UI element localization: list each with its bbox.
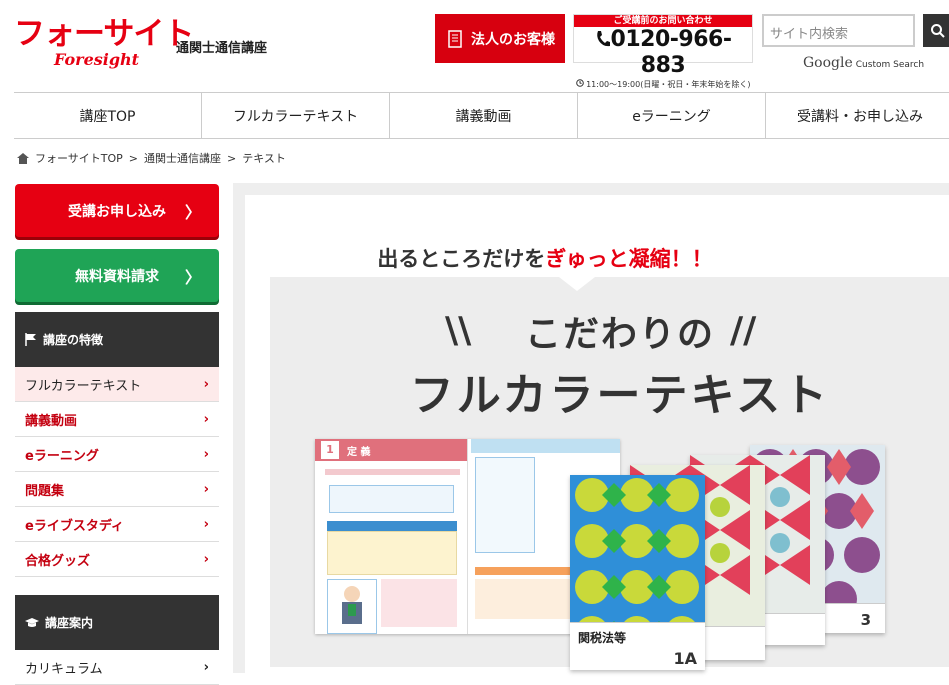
sidebar-item-fullcolor-text[interactable]: フルカラーテキスト › xyxy=(15,367,219,402)
sidebar: 受講お申し込み 〉 無料資料請求 〉 講座の特徴 フルカラーテキスト › 講義動画… xyxy=(15,184,219,685)
tel-number-text: 0120-966-883 xyxy=(610,27,732,78)
flag-icon xyxy=(25,333,36,346)
sidebar-item-label: 合格グッズ xyxy=(25,553,91,569)
clock-icon xyxy=(575,79,584,87)
hero-panel: \\ // こだわりの フルカラーテキスト 1 定 義 3 関税法等 1A xyxy=(270,277,949,670)
search-icon xyxy=(931,23,945,38)
teacher-illustration-icon xyxy=(342,586,362,624)
page-gutter xyxy=(467,439,468,634)
apply-label: 受講お申し込み xyxy=(68,203,166,220)
chevron-right-icon: › xyxy=(203,659,209,675)
heading-line2: フルカラーテキスト xyxy=(409,370,831,421)
features-title: 講座の特徴 xyxy=(43,333,104,347)
chevron-right-icon: › xyxy=(203,446,209,462)
sidebar-item-label: カリキュラム xyxy=(25,661,103,677)
search-input[interactable]: サイト内検索 xyxy=(762,14,915,47)
foresight-logo[interactable]: フォーサイト Foresight xyxy=(14,16,194,69)
tagline: 出るところだけをぎゅっと凝縮！！ xyxy=(245,243,845,273)
chevron-right-icon: › xyxy=(203,411,209,427)
nav-item-elearning[interactable]: eラーニング xyxy=(578,93,766,138)
page-heading: 定 義 xyxy=(347,447,371,458)
google-label: Google xyxy=(803,55,853,71)
nav-item-top[interactable]: 講座TOP xyxy=(14,93,202,138)
breadcrumb: フォーサイトTOP > 通関士通信講座 > テキスト xyxy=(17,150,286,166)
cover-number: 1A xyxy=(673,649,697,668)
sidebar-item-elive-study[interactable]: eライブスタディ › xyxy=(15,507,219,542)
sidebar-item-label: eラーニング xyxy=(25,448,99,464)
custom-search-label: Custom Search xyxy=(855,60,925,70)
nav-item-fullcolor-text[interactable]: フルカラーテキスト xyxy=(202,93,390,138)
page-text-line xyxy=(325,469,460,475)
tel-number: 0120-966-883 xyxy=(574,27,752,79)
page-highlight-box xyxy=(381,579,457,627)
corporate-button[interactable]: 法人のお客様 xyxy=(435,14,565,63)
breadcrumb-item[interactable]: 通関士通信講座 xyxy=(144,150,221,166)
chevron-right-icon: › xyxy=(203,376,209,392)
panel-notch xyxy=(559,277,595,291)
page-orange-box xyxy=(475,579,570,619)
guide-heading: 講座案内 xyxy=(15,595,219,650)
building-icon xyxy=(448,29,462,48)
cover-label: 関税法等 1A xyxy=(570,622,705,670)
apply-button[interactable]: 受講お申し込み 〉 xyxy=(15,184,219,237)
breadcrumb-separator-icon: > xyxy=(128,151,139,165)
page-note-box xyxy=(329,485,454,513)
chapter-number: 1 xyxy=(321,441,339,459)
main-content: 出るところだけをぎゅっと凝縮！！ \\ // こだわりの フルカラーテキスト 1… xyxy=(233,183,949,675)
page-column-box xyxy=(475,457,535,553)
nav-item-lecture-video[interactable]: 講義動画 xyxy=(390,93,578,138)
sidebar-item-elearning[interactable]: eラーニング › xyxy=(15,437,219,472)
sidebar-item-lecture-video[interactable]: 講義動画 › xyxy=(15,402,219,437)
sidebar-item-workbook[interactable]: 問題集 › xyxy=(15,472,219,507)
request-label: 無料資料請求 xyxy=(75,268,159,285)
breadcrumb-item[interactable]: フォーサイトTOP xyxy=(35,150,123,166)
nav-item-fees[interactable]: 受講料・お申し込み xyxy=(766,93,949,138)
request-materials-button[interactable]: 無料資料請求 〉 xyxy=(15,249,219,302)
sidebar-item-label: eライブスタディ xyxy=(25,518,124,534)
course-name: 通関士通信講座 xyxy=(176,41,268,56)
google-custom-search: Google Custom Search xyxy=(803,55,924,71)
chevron-right-icon: 〉 xyxy=(184,202,201,222)
page-orange-bar xyxy=(475,567,575,575)
page-header-bar-right xyxy=(471,439,620,453)
tel-hours-text: 11:00～19:00(日曜・祝日・年末年始を除く) xyxy=(586,80,751,89)
graduation-cap-icon xyxy=(25,617,39,627)
guide-title: 講座案内 xyxy=(45,616,94,630)
chevron-right-icon: 〉 xyxy=(184,267,201,287)
page-table xyxy=(327,531,457,575)
tagline-pre: 出るところだけを xyxy=(377,247,546,271)
logo-sub: Foresight xyxy=(54,50,140,69)
cover-number: 3 xyxy=(860,611,871,629)
global-nav: 講座TOP フルカラーテキスト 講義動画 eラーニング 受講料・お申し込み xyxy=(14,92,949,139)
sidebar-item-label: フルカラーテキスト xyxy=(25,378,142,394)
tagline-emphasis: ぎゅっと凝縮！！ xyxy=(545,247,713,271)
features-heading: 講座の特徴 xyxy=(15,312,219,367)
tel-header: ご受講前のお問い合わせ xyxy=(574,15,752,27)
cover-title: 関税法等 xyxy=(578,631,627,645)
search-button[interactable] xyxy=(923,14,949,47)
corporate-label: 法人のお客様 xyxy=(471,31,555,48)
logo-text: フォーサイト xyxy=(14,16,194,52)
breadcrumb-item: テキスト xyxy=(242,152,286,165)
heading-line1: こだわりの xyxy=(524,314,715,355)
sidebar-item-curriculum[interactable]: カリキュラム › xyxy=(15,650,219,685)
home-icon xyxy=(17,152,29,164)
chevron-right-icon: › xyxy=(203,481,209,497)
sidebar-item-label: 講義動画 xyxy=(25,413,78,429)
site-header: フォーサイト Foresight 通関士通信講座 法人のお客様 ご受講前のお問い… xyxy=(0,0,949,92)
page-table-header xyxy=(327,521,457,531)
tel-box[interactable]: ご受講前のお問い合わせ 0120-966-883 11:00～19:00(日曜・… xyxy=(573,14,753,89)
textbook-cover-1a: 関税法等 1A xyxy=(570,475,705,670)
chevron-right-icon: › xyxy=(203,516,209,532)
page-illustration xyxy=(327,579,377,634)
phone-icon xyxy=(596,31,610,47)
feature-card: 出るところだけをぎゅっと凝縮！！ \\ // こだわりの フルカラーテキスト 1… xyxy=(245,195,949,675)
sidebar-item-goods[interactable]: 合格グッズ › xyxy=(15,542,219,577)
sidebar-item-label: 問題集 xyxy=(25,483,65,499)
tel-hours: 11:00～19:00(日曜・祝日・年末年始を除く) xyxy=(574,79,752,89)
chevron-right-icon: › xyxy=(203,551,209,567)
breadcrumb-separator-icon: > xyxy=(227,151,237,165)
